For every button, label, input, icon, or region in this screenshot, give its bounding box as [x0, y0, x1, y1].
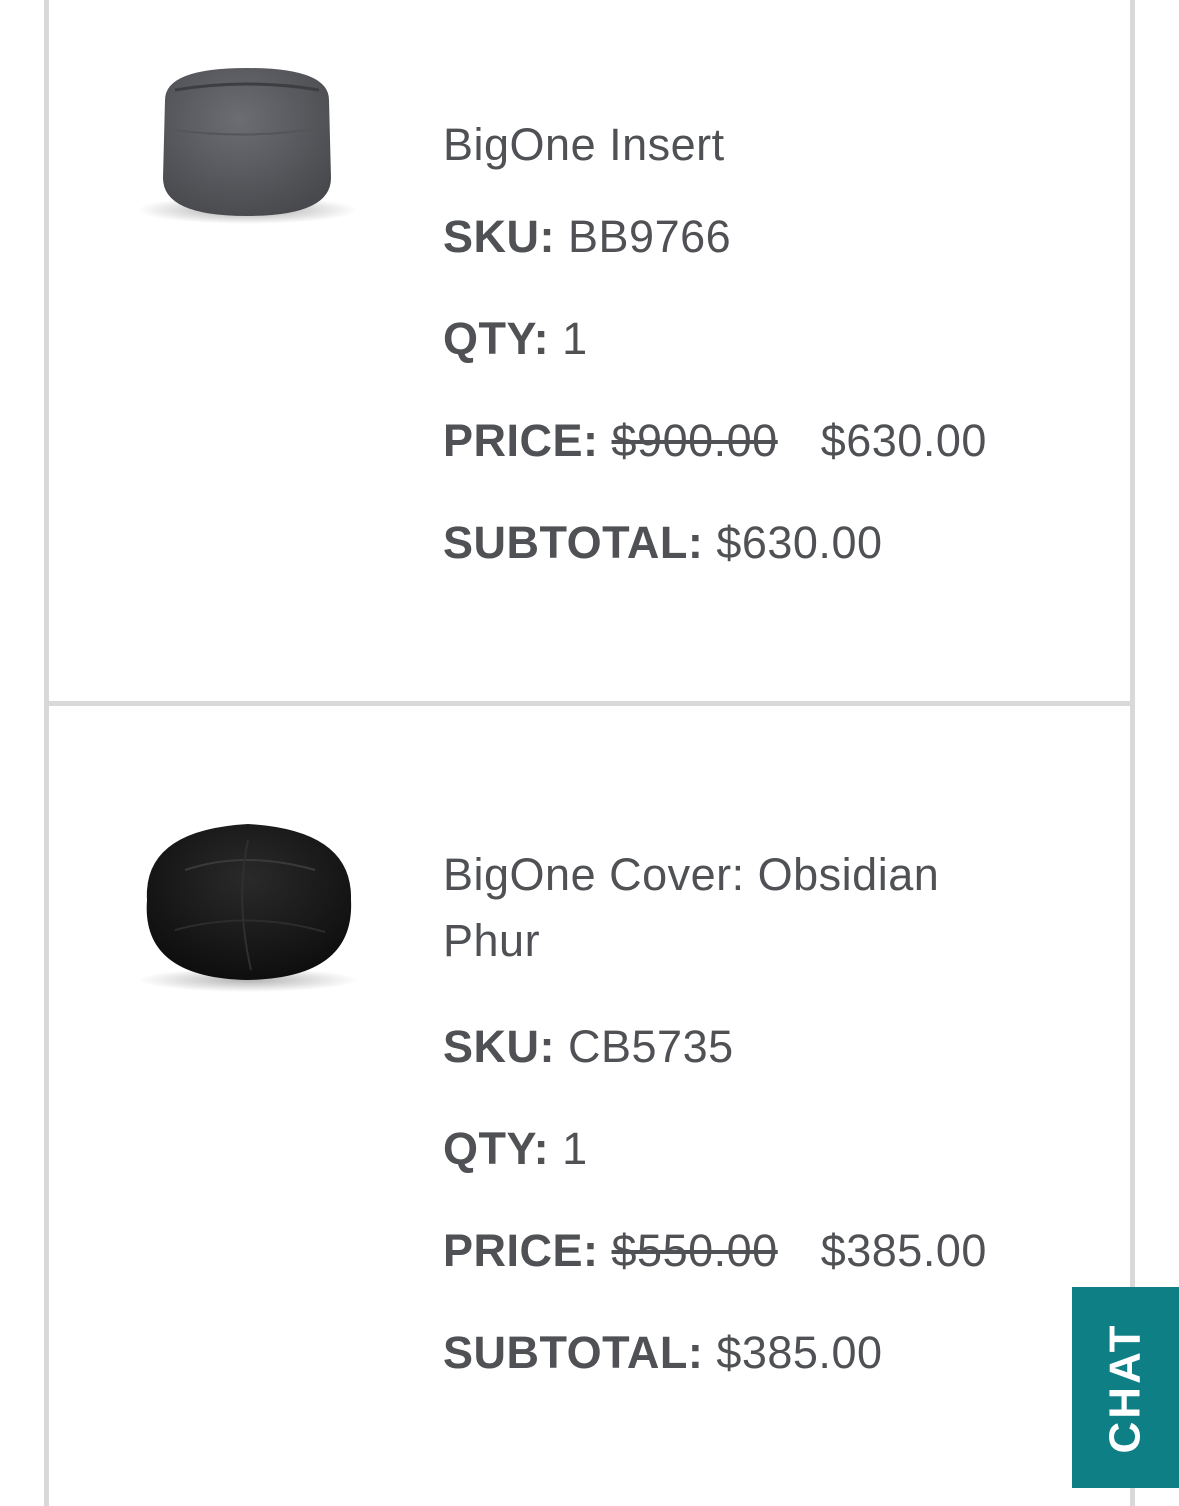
sale-price: $385.00 — [820, 1225, 987, 1276]
sku-value: BB9766 — [568, 211, 732, 262]
subtotal-row: SUBTOTAL: $385.00 — [443, 1320, 1033, 1386]
subtotal-label: SUBTOTAL: — [443, 517, 704, 568]
subtotal-value: $385.00 — [716, 1327, 883, 1378]
price-row: PRICE: $900.00 $630.00 — [443, 408, 1033, 474]
product-image-bigone-insert[interactable] — [135, 60, 359, 230]
sku-label: SKU: — [443, 1021, 555, 1072]
product-details: BigOne Cover: Obsidian Phur SKU: CB5735 … — [443, 842, 1033, 1422]
original-price: $550.00 — [611, 1225, 778, 1276]
subtotal-label: SUBTOTAL: — [443, 1327, 704, 1378]
sku-row: SKU: BB9766 — [443, 204, 1033, 270]
qty-label: QTY: — [443, 1123, 550, 1174]
sku-row: SKU: CB5735 — [443, 1014, 1033, 1080]
qty-value: 1 — [562, 313, 588, 364]
product-name[interactable]: BigOne Cover: Obsidian Phur — [443, 842, 1033, 974]
sku-label: SKU: — [443, 211, 555, 262]
product-name[interactable]: BigOne Insert — [443, 112, 1033, 178]
qty-value: 1 — [562, 1123, 588, 1174]
price-label: PRICE: — [443, 1225, 599, 1276]
cart-item-list: BigOne Insert SKU: BB9766 QTY: 1 PRICE: … — [44, 0, 1135, 1506]
chat-button[interactable]: CHAT — [1072, 1287, 1179, 1488]
qty-row: QTY: 1 — [443, 1116, 1033, 1182]
qty-label: QTY: — [443, 313, 550, 364]
product-image-bigone-cover[interactable] — [135, 810, 361, 996]
subtotal-value: $630.00 — [716, 517, 883, 568]
price-row: PRICE: $550.00 $385.00 — [443, 1218, 1033, 1284]
product-details: BigOne Insert SKU: BB9766 QTY: 1 PRICE: … — [443, 112, 1033, 612]
chat-button-label: CHAT — [1100, 1322, 1150, 1453]
cart-item: BigOne Cover: Obsidian Phur SKU: CB5735 … — [49, 706, 1130, 1506]
price-label: PRICE: — [443, 415, 599, 466]
sku-value: CB5735 — [568, 1021, 734, 1072]
subtotal-row: SUBTOTAL: $630.00 — [443, 510, 1033, 576]
sale-price: $630.00 — [820, 415, 987, 466]
qty-row: QTY: 1 — [443, 306, 1033, 372]
cart-page: BigOne Insert SKU: BB9766 QTY: 1 PRICE: … — [0, 0, 1179, 1506]
cart-item: BigOne Insert SKU: BB9766 QTY: 1 PRICE: … — [49, 0, 1130, 706]
original-price: $900.00 — [611, 415, 778, 466]
